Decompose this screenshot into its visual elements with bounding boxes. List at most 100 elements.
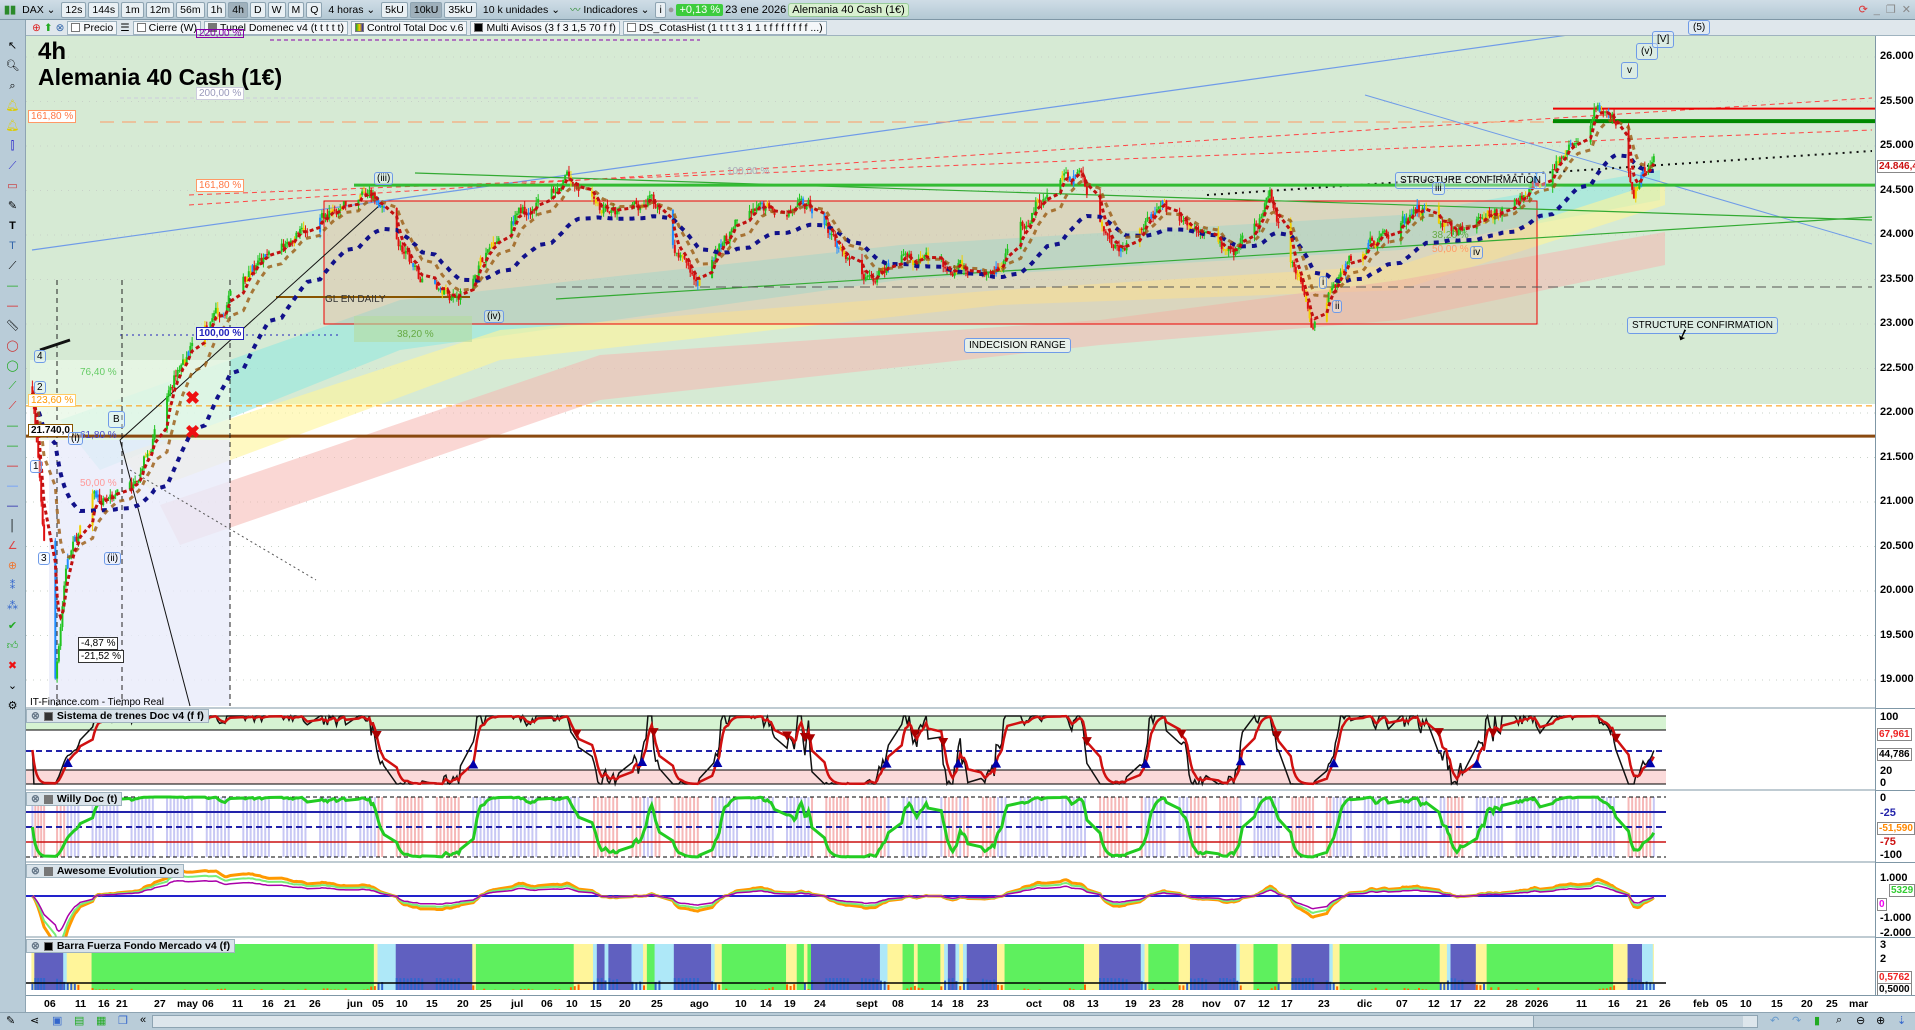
line-style-2-icon[interactable]: — [3,438,23,454]
indicators-button[interactable]: 〰 Indicadores ⌄ [566,2,653,17]
indicator-chip-precio[interactable]: Precio [67,20,118,35]
wave-label[interactable]: v [1621,62,1638,79]
wave-label[interactable]: 1 [30,460,42,473]
zoom-out-icon[interactable]: ⊖ [1856,1014,1865,1027]
indecision-range-label[interactable]: INDECISION RANGE [964,338,1071,353]
wave-label[interactable]: iv [1470,246,1484,259]
horizontal-scrollbar[interactable] [152,1015,1758,1028]
check-icon[interactable]: ✔ [3,618,23,634]
restore-icon[interactable]: ❐ [1886,3,1896,16]
list-icon[interactable]: ☰ [120,22,129,34]
collapse-icon[interactable]: « [140,1014,146,1026]
target-icon[interactable]: ⊕ [3,558,23,574]
trend-line-icon[interactable]: ⟋ [3,378,23,394]
minimize-icon[interactable]: _ [1870,4,1884,16]
add-indicator-icon[interactable]: ⊕ [32,22,41,34]
period-button-m[interactable]: M [287,1,305,18]
wave-label[interactable]: i [1319,276,1328,289]
period-button-d[interactable]: D [249,1,266,18]
unit-button-5ku[interactable]: 5kU [381,1,408,18]
fib-label-123[interactable]: 123,60 % [28,394,77,407]
cross-icon[interactable]: ✖ [3,658,23,674]
symbol-select[interactable]: DAX ⌄ [18,4,59,16]
fibonacci-icon[interactable]: ⫿ [3,138,23,154]
settings-icon[interactable]: ⚙ [3,698,23,714]
fib-label-161[interactable]: 161,80 % [196,179,245,192]
pane-title-barra[interactable]: ⊗ Barra Fuerza Fondo Mercado v4 (f) [26,939,236,953]
chat-icon[interactable]: ▣ [52,1014,62,1027]
report-icon[interactable]: ▤ [74,1014,84,1027]
period-button-1h[interactable]: 1h [206,1,227,18]
fib-label-61[interactable]: 61,80 % [78,430,119,441]
edit-icon[interactable]: ✎ [6,1014,15,1027]
fib-label-38[interactable]: 38,20 % [395,329,436,340]
undo-icon[interactable]: ↶ [1770,1014,1779,1027]
info-icon[interactable]: i [655,1,666,18]
price-axis[interactable]: 26.000 25.500 25.000 24.500 24.000 23.500 23.0… [1875,36,1915,708]
line-style-icon[interactable]: — [3,418,23,434]
pct-label[interactable]: -4,87 % [78,637,119,650]
close-icon[interactable]: ✕ [1898,3,1915,16]
trend-line-red-icon[interactable]: ⟋ [3,398,23,414]
indicator-chip-cotashist[interactable]: DS_CotasHist (1 t t t 3 1 1 t f f f f f … [622,20,827,35]
scroll-down-icon[interactable]: ⌄ [3,678,23,694]
hline-red-icon[interactable]: — [3,298,23,314]
indicator-chip-cierre[interactable]: Cierre (W) [132,20,202,35]
ellipse-green-icon[interactable]: ◯ [3,358,23,374]
angle-icon[interactable]: ∠ [3,538,23,554]
date-axis[interactable]: 06 11 16 21 27 may 06 11 16 21 26 jun 05 10 15 20 25 jul 0… [26,995,1915,1012]
ruler-icon[interactable]: 📏︎ [3,318,23,334]
alert-icon[interactable]: 🔔︎ [3,118,23,134]
indicator-chip-multi-avisos[interactable]: Multi Avisos (3 f 3 1,5 70 f f) [470,20,620,35]
pane-title-willy[interactable]: ⊗ Willy Doc (t) [26,792,123,806]
units-select[interactable]: 10 k unidades ⌄ [479,4,564,16]
period-button-4h[interactable]: 4h [228,1,248,18]
candles-icon[interactable]: ▮ [1814,1014,1820,1027]
wave-label[interactable]: (ii) [104,552,122,565]
scrollbar-thumb[interactable] [1533,1016,1743,1027]
windows-icon[interactable]: ❐ [118,1014,128,1027]
vline-icon[interactable]: │ [3,518,23,534]
wave-label[interactable]: ii [1332,300,1343,313]
channel-icon[interactable]: ⟋ [3,158,23,174]
text-box-icon[interactable]: T [3,238,23,254]
level-label[interactable]: 21.740,0 [28,424,73,437]
gl-daily-label[interactable]: GL EN DAILY [323,294,388,305]
line-style-4-icon[interactable]: — [3,478,23,494]
fib-label-100[interactable]: 100,00 % [196,327,245,340]
period-button-12s[interactable]: 12s [61,1,87,18]
period-button-56m[interactable]: 56m [176,1,205,18]
period-button-w[interactable]: W [267,1,286,18]
wave-label[interactable]: [V] [1652,31,1675,48]
period-button-1m[interactable]: 1m [121,1,144,18]
zoom-fit-icon[interactable]: ⌕ [1836,1014,1842,1027]
wave-label[interactable]: 3 [38,552,50,565]
structure-confirmation-label[interactable]: STRUCTURE CONFIRMATION [1627,317,1778,334]
fib-label-50[interactable]: 50,00 % [78,478,119,489]
wave-label[interactable]: (iv) [484,310,504,323]
scroll-end-icon[interactable]: ⇣ [1897,1014,1906,1027]
remove-icon[interactable]: ⊗ [56,22,65,34]
refresh-icon[interactable]: ⟳ [1859,3,1868,16]
rectangle-icon[interactable]: ▭ [3,178,23,194]
fib-label-161[interactable]: 161,80 % [28,110,77,123]
line-icon[interactable]: ⟋ [3,258,23,274]
period-button-q[interactable]: Q [306,1,323,18]
wave-label[interactable]: 4 [34,350,46,363]
ellipse-icon[interactable]: ◯ [3,338,23,354]
pointer-icon[interactable]: ↖ [3,38,23,54]
fib-label-38[interactable]: 38,20 % [1430,230,1471,241]
redo-icon[interactable]: ↷ [1792,1014,1801,1027]
wave-count-icon[interactable]: ⁑ [3,578,23,594]
wave-label[interactable]: (5) [1688,20,1711,35]
zoom-icon[interactable]: 🔍︎ [3,58,23,74]
period-button-144s[interactable]: 144s [88,1,120,18]
close-pane-icon[interactable]: ⊗ [31,793,40,805]
line-style-3-icon[interactable]: — [3,458,23,474]
hline-green-icon[interactable]: — [3,278,23,294]
indicator-chip-control[interactable]: Control Total Doc v.6 [350,20,468,35]
fib-label-100[interactable]: 100,00 % [725,166,771,177]
table-icon[interactable]: ▦ [96,1014,106,1027]
share-icon[interactable]: ⋖ [30,1014,39,1027]
pane-title-sistema[interactable]: ⊗ Sistema de trenes Doc v4 (f f) [26,709,209,723]
